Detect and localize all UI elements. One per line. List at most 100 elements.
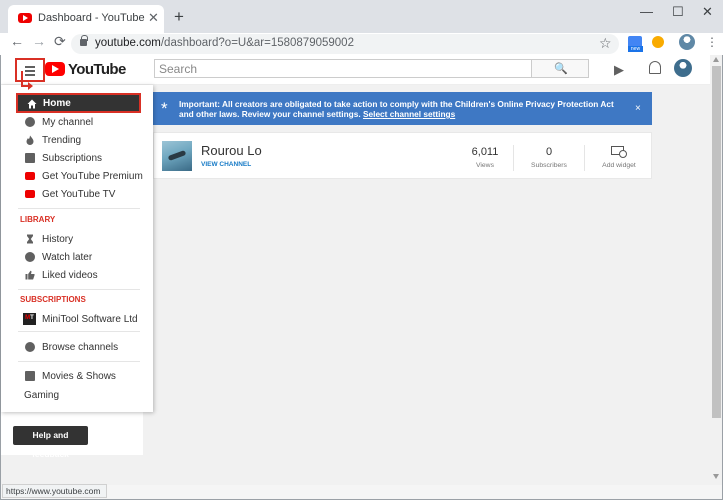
bookmark-star-icon[interactable]: ☆ (599, 35, 612, 52)
address-bar[interactable]: youtube.com/dashboard?o=U&ar=15808790590… (71, 34, 619, 54)
status-bar-url: https://www.youtube.com (2, 484, 107, 498)
youtube-wordmark[interactable]: YouTube (68, 61, 126, 78)
hourglass-icon (27, 234, 33, 244)
sidebar-item-home[interactable]: Home (16, 93, 141, 113)
new-tab-button[interactable]: + (174, 7, 184, 27)
channel-thumbnail[interactable] (162, 141, 192, 171)
minitool-logo-letter-t: T (30, 315, 34, 321)
sidebar-item-youtube-tv[interactable]: Get YouTube TV (1, 186, 153, 204)
sidebar-item-label: Trending (42, 135, 82, 146)
views-label: Views (475, 162, 494, 169)
add-widget-label[interactable]: Add widget (594, 162, 644, 169)
notifications-bell-icon[interactable] (649, 61, 661, 74)
sidebar-item-label: My channel (42, 117, 94, 128)
plus-circle-icon (25, 342, 35, 352)
bottom-strip (1, 485, 722, 499)
youtube-header: YouTube 🔍 ▶ (1, 55, 722, 85)
extension-2-icon[interactable] (652, 36, 664, 48)
divider (513, 145, 514, 171)
sidebar-item-gaming[interactable]: Gaming (24, 390, 59, 401)
sidebar-item-label: MiniTool Software Ltd (42, 314, 138, 325)
search-input[interactable] (155, 60, 531, 77)
tab-strip: Dashboard - YouTube ✕ + — ☐ ✕ (0, 0, 723, 33)
sidebar-item-label: Movies & Shows (42, 371, 116, 382)
coppa-banner: * Important: All creators are obligated … (153, 92, 652, 125)
create-video-icon[interactable]: ▶ (614, 62, 624, 78)
subscribers-label: Subscribers (531, 162, 567, 169)
sidebar-item-liked-videos[interactable]: Liked videos (1, 267, 153, 285)
minimize-button[interactable]: — (640, 4, 653, 19)
banner-message: Important: All creators are obligated to… (179, 99, 619, 119)
reload-button[interactable]: ⟳ (54, 33, 66, 50)
youtube-tv-icon (25, 190, 35, 198)
divider (18, 289, 140, 290)
extension-new-badge: new (628, 46, 643, 52)
divider (18, 208, 140, 209)
divider (18, 331, 140, 332)
clock-icon (25, 252, 35, 262)
library-section-title: LIBRARY (20, 215, 56, 224)
sidebar-item-label: Home (43, 98, 71, 109)
url-path: /dashboard?o=U&ar=1580879059002 (160, 37, 354, 49)
browser-toolbar: ← → ⟳ youtube.com/dashboard?o=U&ar=15808… (0, 33, 723, 55)
search-box[interactable] (154, 59, 532, 78)
subscriptions-section-title: SUBSCRIPTIONS (20, 295, 86, 304)
youtube-icon (25, 172, 35, 180)
url-host: youtube.com (95, 37, 161, 49)
sidebar-item-minitool[interactable]: MT MiniTool Software Ltd (1, 311, 153, 329)
sidebar-item-subscriptions[interactable]: Subscriptions (1, 150, 153, 168)
divider (18, 361, 140, 362)
scroll-down-icon[interactable] (713, 474, 719, 479)
close-window-button[interactable]: ✕ (702, 4, 713, 20)
account-avatar[interactable] (674, 59, 692, 77)
sidebar-drawer: Home My channel Trending Subscriptions G… (1, 85, 153, 412)
tab-close-icon[interactable]: ✕ (148, 10, 159, 26)
sidebar-item-browse-channels[interactable]: Browse channels (1, 339, 153, 357)
person-icon (25, 117, 35, 127)
select-channel-settings-link[interactable]: Select channel settings (363, 109, 455, 119)
sidebar-item-youtube-premium[interactable]: Get YouTube Premium (1, 168, 153, 186)
youtube-logo-icon[interactable] (45, 62, 65, 76)
sidebar-item-my-channel[interactable]: My channel (1, 114, 153, 132)
sidebar-item-trending[interactable]: Trending (1, 132, 153, 150)
minitool-logo: MT (23, 313, 36, 325)
sidebar-item-label: Browse channels (42, 342, 119, 353)
search-button[interactable]: 🔍 (532, 59, 589, 78)
star-icon: * (161, 99, 168, 118)
home-icon (27, 99, 37, 109)
views-count: 6,011 (471, 146, 499, 158)
youtube-favicon-icon (18, 13, 32, 23)
sidebar-item-movies-shows[interactable]: Movies & Shows (1, 368, 153, 386)
add-widget-icon[interactable] (611, 146, 627, 158)
annotation-arrow-head-icon (28, 82, 33, 90)
banner-close-icon[interactable]: × (635, 103, 641, 114)
channel-name[interactable]: Rourou Lo (201, 143, 262, 158)
hamburger-menu-icon[interactable] (15, 58, 45, 82)
forward-button[interactable]: → (32, 33, 46, 49)
film-icon (25, 371, 35, 381)
search-icon: 🔍 (554, 63, 568, 75)
back-button[interactable]: ← (10, 33, 24, 49)
sidebar-item-label: Liked videos (42, 270, 98, 281)
browser-menu-icon[interactable]: ⋮ (706, 35, 718, 49)
channel-card: Rourou Lo VIEW CHANNEL 6,011 Views 0 Sub… (153, 132, 652, 179)
sidebar-item-watch-later[interactable]: Watch later (1, 249, 153, 267)
scroll-up-icon[interactable] (713, 57, 719, 62)
subscribers-count: 0 (545, 146, 553, 158)
scrollbar-thumb[interactable] (712, 66, 721, 418)
tab-dashboard[interactable]: Dashboard - YouTube ✕ (8, 5, 164, 33)
thumbs-up-icon (25, 270, 35, 280)
sidebar-item-label: Get YouTube Premium (42, 171, 143, 182)
annotation-arrow (21, 71, 23, 85)
url-text[interactable]: youtube.com/dashboard?o=U&ar=15808790590… (95, 37, 354, 49)
sidebar-item-label: Get YouTube TV (42, 189, 116, 200)
lock-icon[interactable] (80, 35, 88, 46)
browser-profile-avatar[interactable] (679, 34, 695, 50)
sidebar-item-history[interactable]: History (1, 231, 153, 249)
sidebar-item-label: Watch later (42, 252, 93, 263)
help-feedback-button[interactable]: Help and feedback (13, 426, 88, 459)
maximize-button[interactable]: ☐ (672, 4, 684, 20)
view-channel-link[interactable]: VIEW CHANNEL (201, 161, 251, 168)
sidebar-item-label: History (42, 234, 74, 245)
divider (584, 145, 585, 171)
